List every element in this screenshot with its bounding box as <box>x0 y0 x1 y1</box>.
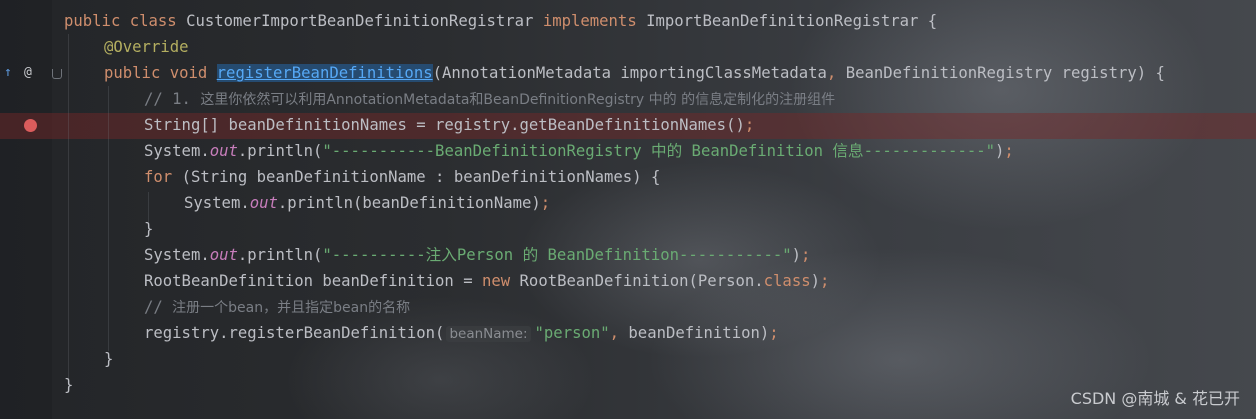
code-line[interactable]: } <box>64 372 73 398</box>
code-token: .println( <box>237 246 323 264</box>
code-token: ImportBeanDefinitionRegistrar { <box>646 12 938 30</box>
editor-gutter <box>0 0 52 419</box>
annotation-marker-icon[interactable]: @ <box>24 66 32 80</box>
code-token: CustomerImportBeanDefinitionRegistrar <box>186 12 543 30</box>
code-token: ) <box>995 142 1005 160</box>
code-token: class <box>763 272 811 290</box>
code-token: ) <box>810 272 820 290</box>
code-line[interactable]: public void registerBeanDefinitions(Anno… <box>104 60 1165 86</box>
code-token: out <box>209 246 238 264</box>
code-line[interactable]: public class CustomerImportBeanDefinitio… <box>64 8 937 34</box>
watermark: CSDN @南城 & 花已开 <box>1070 389 1240 408</box>
code-token: "person" <box>534 324 610 342</box>
code-token: } <box>144 220 154 238</box>
code-token: out <box>209 142 238 160</box>
code-line[interactable]: System.out.println("----------注入Person 的… <box>144 242 810 268</box>
code-token: ) <box>791 246 802 264</box>
code-line[interactable]: } <box>104 346 113 372</box>
code-token: // <box>144 298 173 316</box>
code-token: System. <box>144 246 210 264</box>
override-icon[interactable]: ↑ <box>4 66 12 80</box>
code-line[interactable]: // 1. 这里你依然可以利用AnnotationMetadata和BeanDe… <box>144 86 835 112</box>
code-token: System. <box>144 142 210 160</box>
code-line[interactable]: String[] beanDefinitionNames = registry.… <box>144 112 754 138</box>
parameter-hint: beanName: <box>446 326 531 342</box>
code-token: public class <box>64 12 187 30</box>
code-token: , <box>609 324 629 342</box>
code-token: System. <box>184 194 250 212</box>
code-token: , <box>826 64 846 82</box>
code-token: out <box>249 194 278 212</box>
code-token: 这里你依然可以利用AnnotationMetadata和BeanDefiniti… <box>200 92 836 108</box>
code-token: String[] beanDefinitionNames = registry.… <box>144 116 745 134</box>
code-token: @Override <box>104 38 189 56</box>
selected-method-name: registerBeanDefinitions <box>216 64 433 82</box>
code-token: .println( <box>237 142 323 160</box>
code-token: "----------注入Person 的 BeanDefinition----… <box>322 246 792 264</box>
code-token: ; <box>820 272 830 290</box>
code-token: (String beanDefinitionName : beanDefinit… <box>181 168 661 186</box>
code-token: ; <box>769 324 779 342</box>
code-line[interactable]: RootBeanDefinition beanDefinition = new … <box>144 268 829 294</box>
code-token: new <box>481 272 520 290</box>
code-token: } <box>104 350 114 368</box>
code-token: for <box>144 168 182 186</box>
code-token: ; <box>744 116 755 134</box>
fold-icon[interactable] <box>52 69 62 79</box>
code-token: RootBeanDefinition(Person. <box>519 272 764 290</box>
code-token: implements <box>542 12 647 30</box>
code-token: // 1. <box>144 90 201 108</box>
code-token: public void <box>104 64 217 82</box>
indent-guide <box>108 86 109 351</box>
code-line[interactable]: for (String beanDefinitionName : beanDef… <box>144 164 660 190</box>
code-token: (AnnotationMetadata importingClassMetada… <box>432 64 827 82</box>
code-line[interactable]: // 注册一个bean，并且指定bean的名称 <box>144 294 410 320</box>
code-token: ; <box>540 194 551 212</box>
code-line[interactable]: System.out.println("-----------BeanDefin… <box>144 138 1014 164</box>
code-token: .println(beanDefinitionName) <box>277 194 541 212</box>
breakpoint-icon[interactable] <box>24 119 37 132</box>
code-line[interactable]: } <box>144 216 153 242</box>
code-token: ; <box>1004 142 1014 160</box>
code-token: "-----------BeanDefinitionRegistry 中的 Be… <box>322 142 996 160</box>
code-token: RootBeanDefinition beanDefinition = <box>144 272 482 290</box>
code-token: 注册一个bean，并且指定bean的名称 <box>172 300 411 316</box>
code-token: BeanDefinitionRegistry registry) { <box>845 64 1165 82</box>
code-token: registry.registerBeanDefinition( <box>144 324 445 342</box>
code-line[interactable]: System.out.println(beanDefinitionName); <box>184 190 550 216</box>
code-line[interactable]: @Override <box>104 34 189 60</box>
code-token: beanDefinition) <box>628 324 770 342</box>
code-line[interactable]: registry.registerBeanDefinition(beanName… <box>144 320 779 346</box>
code-token: } <box>64 376 74 394</box>
code-token: ; <box>801 246 811 264</box>
indent-guide <box>68 34 69 379</box>
